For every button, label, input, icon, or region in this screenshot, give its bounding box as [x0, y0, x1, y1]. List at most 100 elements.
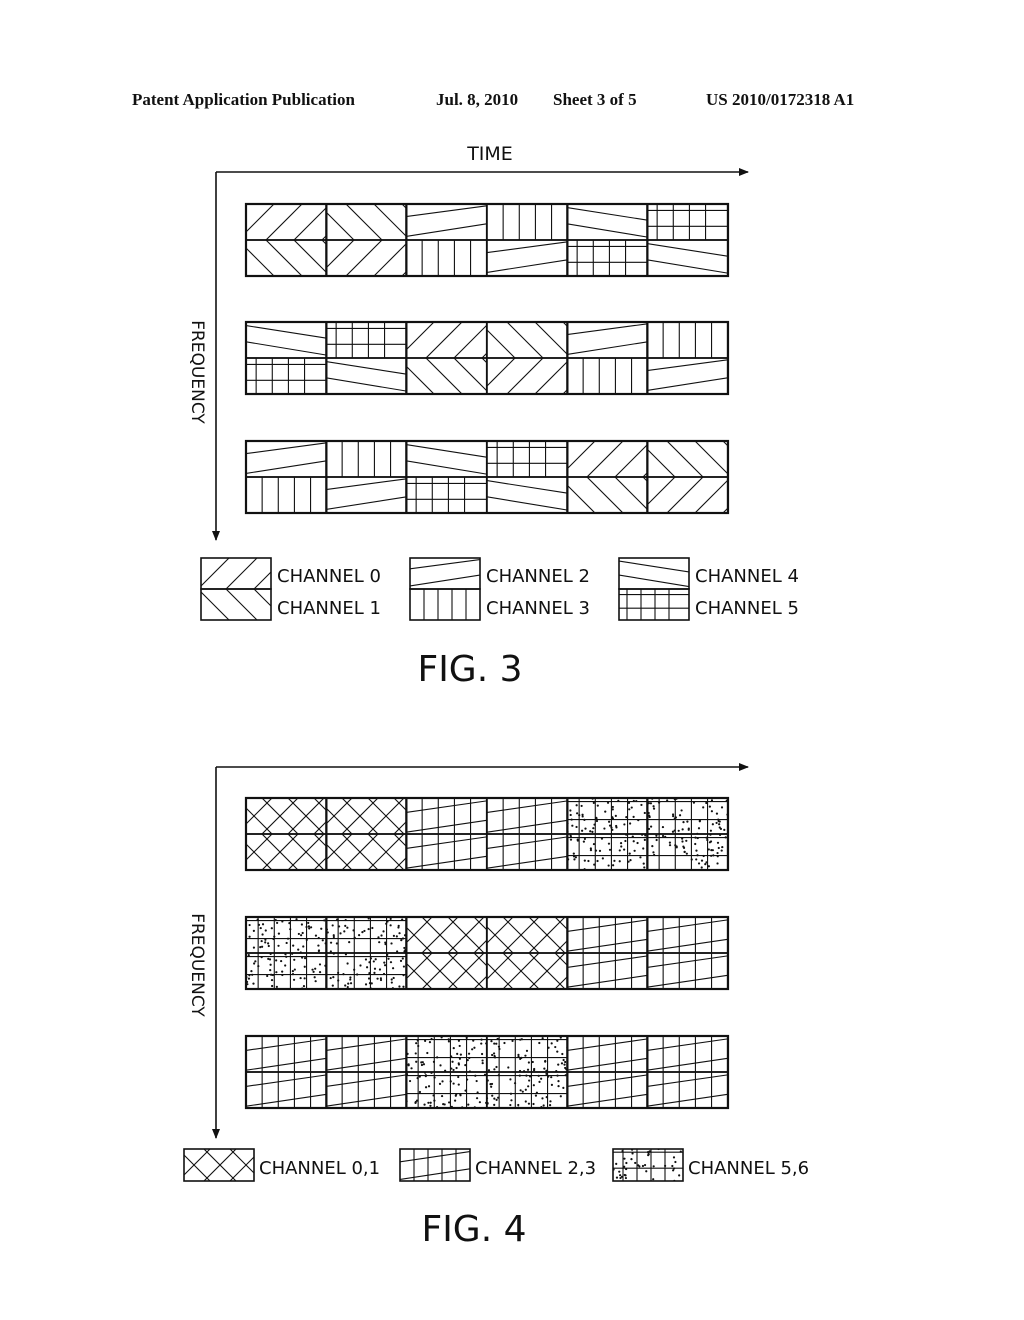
fig4-cell-c23 — [325, 1035, 408, 1073]
fig4-legend-item: CHANNEL 2,3 — [399, 1148, 596, 1182]
fig3-legend-item: CHANNEL 4 CHANNEL 5 — [618, 557, 799, 621]
fig3-time-label: TIME — [466, 143, 513, 165]
fig3-cell-ch1 — [646, 440, 729, 478]
fig3-cell-ch0 — [405, 321, 488, 359]
legend-label-ch4: CHANNEL 4 — [695, 566, 799, 587]
fig3-cell-ch5 — [405, 476, 488, 514]
fig3-cell-ch1 — [325, 203, 408, 241]
fig4-cell-c01 — [405, 952, 488, 990]
fig4-block-2 — [244, 915, 730, 991]
fig3-cell-ch2 — [646, 357, 729, 395]
fig3-block-2 — [244, 320, 730, 396]
fig3-caption: FIG. 3 — [417, 649, 522, 690]
fig4-cell-c23 — [566, 952, 649, 990]
fig4-cell-c23 — [486, 797, 569, 835]
legend-swatch-c23 — [399, 1148, 471, 1182]
legend-label-ch0: CHANNEL 0 — [277, 566, 381, 587]
fig4-cell-c23 — [405, 797, 488, 835]
fig3-frequency-label: FREQUENCY — [187, 320, 207, 424]
fig3-cell-ch0 — [646, 476, 729, 514]
legend-label-ch3: CHANNEL 3 — [486, 598, 590, 619]
fig3-cell-ch2 — [566, 321, 649, 359]
fig3-cell-ch2 — [325, 476, 408, 514]
fig3-legend: CHANNEL 0CHANNEL 1CHANNEL 2CHANNEL 3CHAN… — [200, 557, 799, 621]
fig4-cell-c56 — [405, 1035, 488, 1073]
fig4-legend-item: CHANNEL 5,6 — [612, 1148, 809, 1182]
legend-label-c23: CHANNEL 2,3 — [475, 1158, 596, 1179]
legend-label-ch1: CHANNEL 1 — [277, 598, 381, 619]
fig3-cell-ch1 — [566, 476, 649, 514]
fig3-axes: TIME FREQUENCY — [187, 143, 749, 541]
fig3-cell-ch1 — [486, 321, 569, 359]
fig3-cell-ch3 — [325, 440, 408, 478]
fig3-cell-ch3 — [486, 203, 569, 241]
fig4-channel-grid — [244, 796, 730, 1110]
fig3-cell-ch5 — [245, 357, 328, 395]
fig3-cell-ch0 — [486, 357, 569, 395]
fig3-cell-ch5 — [486, 440, 569, 478]
fig3-cell-ch1 — [245, 239, 328, 277]
fig4-cell-c56 — [245, 952, 328, 990]
fig4-legend-item: CHANNEL 0,1 — [183, 1148, 380, 1182]
fig4-cell-c23 — [646, 1035, 729, 1073]
fig4-cell-c56 — [486, 1035, 569, 1073]
fig3-legend-item: CHANNEL 0 CHANNEL 1 — [200, 557, 381, 621]
fig4-cell-c23 — [646, 1071, 729, 1109]
fig4-cell-c23 — [486, 833, 569, 871]
fig3-cell-ch3 — [245, 476, 328, 514]
fig4-cell-c56 — [566, 797, 649, 835]
fig4-cell-c56 — [325, 916, 408, 954]
fig4-legend: CHANNEL 0,1 CHANNEL 2,3 CHANNEL 5,6 — [183, 1148, 809, 1182]
fig3-cell-ch4 — [566, 203, 649, 241]
fig3-cell-ch4 — [405, 440, 488, 478]
fig3-cell-ch5 — [325, 321, 408, 359]
fig4-cell-c23 — [566, 916, 649, 954]
fig3-cell-ch3 — [405, 239, 488, 277]
fig4-cell-c56 — [566, 833, 649, 871]
fig3-legend-item: CHANNEL 2 CHANNEL 3 — [409, 557, 590, 621]
legend-swatch-ch2 — [409, 557, 481, 590]
fig4-cell-c56 — [486, 1071, 569, 1109]
fig4-cell-c23 — [325, 1071, 408, 1109]
fig4-cell-c01 — [245, 833, 328, 871]
fig3-cell-ch3 — [646, 321, 729, 359]
legend-swatch-ch4 — [618, 557, 690, 590]
fig4-cell-c23 — [566, 1035, 649, 1073]
fig3-cell-ch5 — [566, 239, 649, 277]
legend-swatch-ch5 — [618, 588, 690, 621]
fig3-block-1 — [244, 202, 730, 278]
patent-drawing: TIME FREQUENCY CHANNEL 0CHANNEL 1CHANNEL… — [183, 143, 809, 1250]
fig4-cell-c23 — [245, 1071, 328, 1109]
fig3-cell-ch5 — [646, 203, 729, 241]
fig3-cell-ch0 — [325, 239, 408, 277]
fig4-caption: FIG. 4 — [421, 1209, 526, 1250]
fig4-cell-c23 — [245, 1035, 328, 1073]
fig3-cell-ch0 — [566, 440, 649, 478]
fig4-cell-c23 — [566, 1071, 649, 1109]
fig4-cell-c56 — [405, 1071, 488, 1109]
legend-label-ch5: CHANNEL 5 — [695, 598, 799, 619]
fig3-channel-grid — [244, 202, 730, 515]
fig4-cell-c01 — [245, 797, 328, 835]
fig4-cell-c56 — [325, 952, 408, 990]
fig4-cell-c23 — [646, 916, 729, 954]
legend-label-ch2: CHANNEL 2 — [486, 566, 590, 587]
fig4-block-1 — [244, 796, 730, 872]
legend-label-c56: CHANNEL 5,6 — [688, 1158, 809, 1179]
fig3-block-3 — [244, 439, 730, 515]
fig3-cell-ch2 — [486, 239, 569, 277]
fig4-frequency-label: FREQUENCY — [187, 913, 207, 1017]
fig3-cell-ch4 — [325, 357, 408, 395]
fig4-cell-c23 — [646, 952, 729, 990]
fig3-cell-ch2 — [245, 440, 328, 478]
fig4-cell-c56 — [646, 833, 729, 871]
legend-swatch-c56 — [612, 1148, 684, 1182]
fig4-cell-c56 — [245, 916, 328, 954]
fig4-cell-c56 — [646, 797, 729, 835]
fig3-cell-ch4 — [646, 239, 729, 277]
fig4-cell-c23 — [405, 833, 488, 871]
fig3-cell-ch4 — [245, 321, 328, 359]
fig4-block-3 — [244, 1034, 730, 1110]
fig3-cell-ch3 — [566, 357, 649, 395]
fig3-cell-ch1 — [405, 357, 488, 395]
